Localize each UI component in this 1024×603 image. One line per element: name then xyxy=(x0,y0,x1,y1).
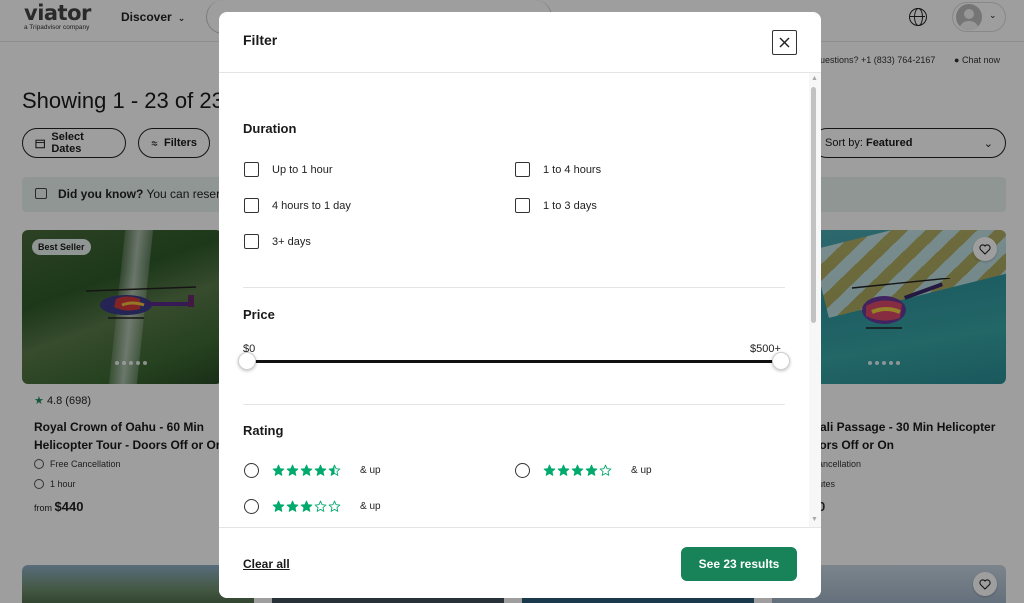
modal-title: Filter xyxy=(243,32,278,48)
duration-option-1-to-3-days[interactable]: 1 to 3 days xyxy=(515,198,597,213)
checkbox[interactable] xyxy=(244,234,259,249)
star-icon xyxy=(571,464,584,476)
and-up-label: & up xyxy=(631,465,652,476)
rating-option-3-up[interactable]: & up xyxy=(244,499,381,514)
see-results-button[interactable]: See 23 results xyxy=(681,547,797,581)
scroll-up-arrow-icon[interactable]: ▲ xyxy=(811,75,818,82)
star-rating xyxy=(272,500,341,513)
star-icon xyxy=(543,464,556,476)
price-slider-min-handle[interactable] xyxy=(238,352,256,370)
star-icon xyxy=(599,464,612,476)
option-label: 4 hours to 1 day xyxy=(272,199,351,212)
option-label: 1 to 3 days xyxy=(543,199,597,212)
star-icon xyxy=(286,500,299,512)
clear-all-button[interactable]: Clear all xyxy=(243,557,290,571)
star-icon xyxy=(272,500,285,512)
star-icon xyxy=(557,464,570,476)
checkbox[interactable] xyxy=(244,198,259,213)
modal-footer: Clear all See 23 results xyxy=(219,527,821,598)
option-label: Up to 1 hour xyxy=(272,163,333,176)
and-up-label: & up xyxy=(360,501,381,512)
star-icon xyxy=(314,464,327,476)
close-button[interactable] xyxy=(772,30,797,55)
star-icon xyxy=(328,464,341,476)
rating-option-4-up[interactable]: & up xyxy=(515,463,652,478)
star-rating xyxy=(543,464,612,477)
duration-option-4-hours-to-1-day[interactable]: 4 hours to 1 day xyxy=(244,198,351,213)
star-icon xyxy=(300,500,313,512)
price-slider-max-handle[interactable] xyxy=(772,352,790,370)
price-slider-track[interactable] xyxy=(246,360,781,363)
star-icon xyxy=(328,500,341,512)
duration-section-title: Duration xyxy=(243,121,297,136)
radio-button[interactable] xyxy=(244,463,259,478)
and-up-label: & up xyxy=(360,465,381,476)
section-divider xyxy=(243,404,785,405)
star-icon xyxy=(585,464,598,476)
price-section-title: Price xyxy=(243,307,275,322)
option-label: 1 to 4 hours xyxy=(543,163,602,176)
star-icon xyxy=(314,500,327,512)
modal-header: Filter xyxy=(219,12,821,73)
scroll-down-arrow-icon[interactable]: ▼ xyxy=(811,516,818,523)
rating-section-title: Rating xyxy=(243,423,284,438)
star-icon xyxy=(300,464,313,476)
close-icon xyxy=(779,37,790,48)
filter-modal: Filter Duration Up to 1 hour 1 to 4 hour… xyxy=(219,12,821,598)
option-label: 3+ days xyxy=(272,235,311,248)
duration-option-up-to-1-hour[interactable]: Up to 1 hour xyxy=(244,162,333,177)
radio-button[interactable] xyxy=(515,463,530,478)
section-divider xyxy=(243,287,785,288)
star-icon xyxy=(272,464,285,476)
modal-scroll-body: Duration Up to 1 hour 1 to 4 hours 4 hou… xyxy=(219,73,809,527)
scrollbar-thumb[interactable] xyxy=(811,87,816,323)
modal-scrollbar[interactable]: ▲ ▼ xyxy=(809,73,821,527)
checkbox[interactable] xyxy=(244,162,259,177)
star-rating xyxy=(272,464,341,477)
duration-option-1-to-4-hours[interactable]: 1 to 4 hours xyxy=(515,162,601,177)
star-icon xyxy=(286,464,299,476)
duration-option-3-plus-days[interactable]: 3+ days xyxy=(244,234,311,249)
checkbox[interactable] xyxy=(515,198,530,213)
rating-option-4-5-up[interactable]: & up xyxy=(244,463,381,478)
radio-button[interactable] xyxy=(244,499,259,514)
checkbox[interactable] xyxy=(515,162,530,177)
